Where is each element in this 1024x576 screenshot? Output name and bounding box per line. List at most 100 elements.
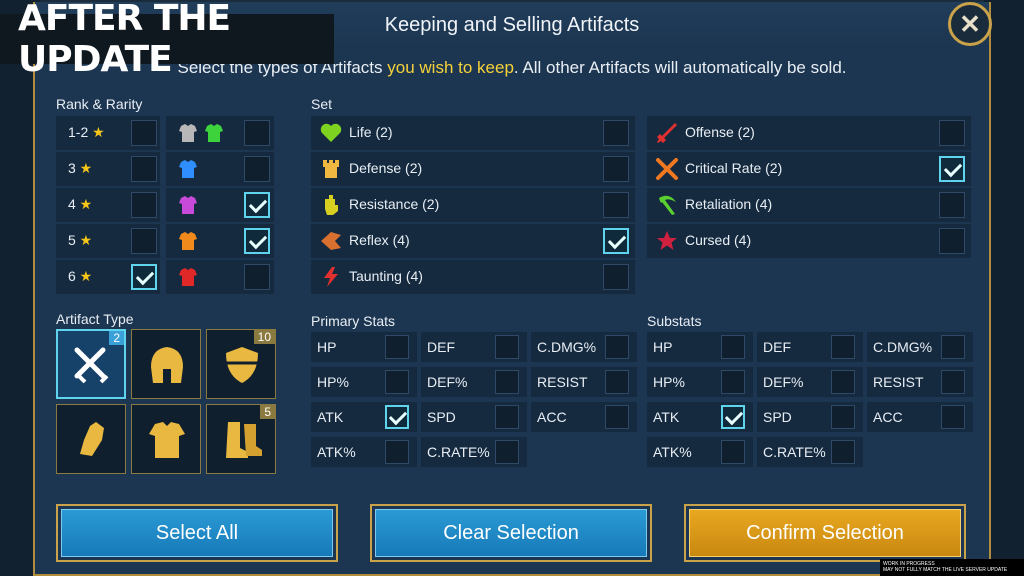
artifact-settings-dialog: Keeping and Selling Artifacts Select the…	[33, 2, 991, 576]
rank-label: 6 ★	[68, 268, 92, 285]
stat-checkbox[interactable]	[721, 370, 745, 394]
stat-label: C.DMG%	[537, 339, 597, 355]
set-checkbox[interactable]	[939, 192, 965, 218]
fist-icon	[325, 195, 338, 215]
substat: DEF	[757, 332, 863, 362]
rank-row: 5 ★	[56, 224, 160, 258]
substat: RESIST	[867, 367, 973, 397]
clear-selection-button[interactable]: Clear Selection	[370, 504, 652, 562]
set-checkbox[interactable]	[603, 156, 629, 182]
close-button[interactable]: ✕	[948, 2, 992, 46]
rarity-checkbox[interactable]	[244, 156, 270, 182]
artifact-type-gauntlets[interactable]	[56, 404, 126, 474]
artifact-type-chestplate[interactable]	[131, 404, 201, 474]
set-label: Life (2)	[349, 124, 393, 140]
stat-label: RESIST	[537, 374, 588, 390]
stat-checkbox[interactable]	[831, 440, 855, 464]
rank-label: 5 ★	[68, 232, 92, 249]
stat-checkbox[interactable]	[721, 405, 745, 429]
stat-label: SPD	[427, 409, 456, 425]
stat-checkbox[interactable]	[721, 440, 745, 464]
boots-icon	[226, 422, 262, 458]
rarity-row	[166, 260, 274, 294]
stat-label: DEF	[427, 339, 455, 355]
rarity-checkbox[interactable]	[244, 192, 270, 218]
set-checkbox[interactable]	[939, 156, 965, 182]
primary-stat: DEF	[421, 332, 527, 362]
set-label: Resistance (2)	[349, 196, 440, 212]
rank-label: 4 ★	[68, 196, 92, 213]
stat-checkbox[interactable]	[831, 370, 855, 394]
set-row: Critical Rate (2)	[647, 152, 971, 186]
set-checkbox[interactable]	[603, 120, 629, 146]
pentagram-icon	[657, 231, 677, 250]
set-row: Resistance (2)	[311, 188, 635, 222]
reflex-icon	[321, 232, 341, 250]
rank-rarity-label: Rank & Rarity	[56, 96, 143, 112]
substat: SPD	[757, 402, 863, 432]
artifact-type-shield[interactable]: 10	[206, 329, 276, 399]
stat-checkbox[interactable]	[941, 370, 965, 394]
artifact-type-boots[interactable]: 5	[206, 404, 276, 474]
substat: HP	[647, 332, 753, 362]
select-all-button[interactable]: Select All	[56, 504, 338, 562]
rarity-row	[166, 224, 274, 258]
set-checkbox[interactable]	[939, 228, 965, 254]
set-label: Defense (2)	[349, 160, 423, 176]
armor-rarity-icon	[179, 268, 197, 286]
crossed-swords-icon	[656, 158, 678, 180]
stat-checkbox[interactable]	[385, 440, 409, 464]
substat: C.DMG%	[867, 332, 973, 362]
stat-checkbox[interactable]	[721, 335, 745, 359]
stat-checkbox[interactable]	[385, 370, 409, 394]
stat-checkbox[interactable]	[605, 335, 629, 359]
artifact-type-helmet[interactable]	[131, 329, 201, 399]
stat-checkbox[interactable]	[495, 370, 519, 394]
stat-checkbox[interactable]	[941, 335, 965, 359]
stat-checkbox[interactable]	[605, 370, 629, 394]
rank-row: 1-2 ★	[56, 116, 160, 150]
rank-label: 1-2 ★	[68, 124, 105, 141]
stat-checkbox[interactable]	[385, 405, 409, 429]
stat-label: DEF%	[427, 374, 468, 390]
set-row: Life (2)	[311, 116, 635, 150]
set-checkbox[interactable]	[603, 192, 629, 218]
stat-checkbox[interactable]	[831, 405, 855, 429]
rank-checkbox[interactable]	[131, 228, 157, 254]
rank-value: 3	[68, 160, 76, 176]
stat-label: HP%	[653, 374, 685, 390]
confirm-selection-button[interactable]: Confirm Selection	[684, 504, 966, 562]
substat: DEF%	[757, 367, 863, 397]
stat-checkbox[interactable]	[495, 440, 519, 464]
stat-label: ACC	[873, 409, 903, 425]
stat-label: ATK%	[317, 444, 356, 460]
substat: ACC	[867, 402, 973, 432]
pickaxe-icon	[659, 195, 676, 215]
set-checkbox[interactable]	[939, 120, 965, 146]
stat-label: RESIST	[873, 374, 924, 390]
rank-checkbox[interactable]	[131, 192, 157, 218]
rank-checkbox[interactable]	[131, 156, 157, 182]
stat-checkbox[interactable]	[495, 335, 519, 359]
rarity-checkbox[interactable]	[244, 264, 270, 290]
stat-checkbox[interactable]	[385, 335, 409, 359]
stat-checkbox[interactable]	[495, 405, 519, 429]
rarity-checkbox[interactable]	[244, 120, 270, 146]
stat-label: HP%	[317, 374, 349, 390]
primary-stat: ATK%	[311, 437, 417, 467]
stat-label: C.RATE%	[427, 444, 490, 460]
set-label: Offense (2)	[685, 124, 755, 140]
stat-label: ATK	[317, 409, 344, 425]
stat-checkbox[interactable]	[605, 405, 629, 429]
rank-checkbox[interactable]	[131, 264, 157, 290]
set-checkbox[interactable]	[603, 264, 629, 290]
rarity-checkbox[interactable]	[244, 228, 270, 254]
stat-label: ATK%	[653, 444, 692, 460]
rank-checkbox[interactable]	[131, 120, 157, 146]
watermark-line-2: MAY NOT FULLY MATCH THE LIVE SERVER UPDA…	[883, 567, 1008, 573]
primary-stat: HP%	[311, 367, 417, 397]
set-checkbox[interactable]	[603, 228, 629, 254]
stat-checkbox[interactable]	[941, 405, 965, 429]
artifact-type-weapon[interactable]: 2	[56, 329, 126, 399]
stat-checkbox[interactable]	[831, 335, 855, 359]
